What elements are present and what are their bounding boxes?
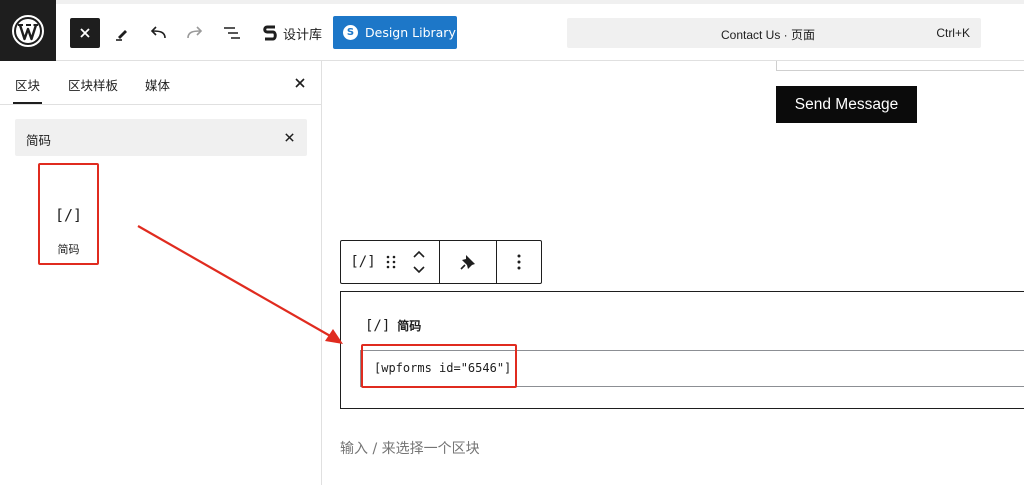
shortcode-block-title: 简码 <box>397 319 422 333</box>
close-icon <box>295 78 305 88</box>
stackable-s-icon <box>263 25 277 41</box>
close-inserter-button[interactable] <box>70 18 100 48</box>
move-up-down-button[interactable] <box>405 241 433 283</box>
tab-media[interactable]: 媒体 <box>145 75 170 94</box>
block-inserter-panel: 区块 区块样板 媒体 简码 [/] 简码 <box>0 61 322 485</box>
block-search-input[interactable]: 简码 <box>15 119 307 156</box>
inserter-tabs: 区块 区块样板 媒体 <box>0 61 321 105</box>
search-query: 简码 <box>26 133 52 148</box>
design-library-link[interactable]: 设计库 <box>262 17 322 49</box>
wordpress-logo-icon[interactable] <box>0 0 56 61</box>
command-palette-bar[interactable]: Contact Us · 页面 Ctrl+K <box>567 18 981 48</box>
redo-button[interactable] <box>183 17 207 49</box>
undo-button[interactable] <box>146 17 170 49</box>
list-view-button[interactable] <box>220 17 244 49</box>
block-result-label: 简码 <box>57 243 80 256</box>
tab-blocks[interactable]: 区块 <box>12 75 43 104</box>
shortcode-highlight-box <box>361 344 517 388</box>
transform-button[interactable] <box>440 241 495 283</box>
more-vertical-icon <box>517 254 521 270</box>
close-icon <box>80 28 90 38</box>
pencil-icon <box>116 30 127 41</box>
block-type-button[interactable]: [/] <box>345 241 381 283</box>
block-options-button[interactable] <box>497 241 541 283</box>
close-panel-button[interactable] <box>290 73 310 93</box>
drag-handle-button[interactable] <box>379 241 403 283</box>
tools-button[interactable] <box>110 17 134 49</box>
block-appender-placeholder[interactable]: 输入 / 来选择一个区块 <box>340 438 480 458</box>
keyboard-shortcut: Ctrl+K <box>936 26 970 40</box>
move-up-down-icon <box>413 250 425 274</box>
close-icon <box>284 132 294 142</box>
editor-header: 设计库 S Design Library Contact Us · 页面 Ctr… <box>0 0 1024 61</box>
pin-icon <box>459 255 475 270</box>
drag-handle-icon <box>386 255 396 269</box>
design-library-link-label: 设计库 <box>283 27 323 43</box>
document-title: Contact Us · 页面 <box>720 28 816 42</box>
block-toolbar: [/] <box>340 240 542 284</box>
shortcode-block-label: [/] 简码 <box>365 317 421 334</box>
shortcode-icon: [/] <box>54 206 83 224</box>
editor-canvas: Send Message [/] [/] 简码 [wpforms id="654… <box>323 61 1024 485</box>
shortcode-block-result[interactable]: [/] 简码 <box>38 163 99 265</box>
stackable-logo-icon: S <box>343 25 358 40</box>
undo-icon <box>150 26 166 39</box>
redo-icon <box>187 26 203 39</box>
list-view-icon <box>224 27 240 39</box>
tab-patterns[interactable]: 区块样板 <box>68 75 118 94</box>
send-message-button[interactable]: Send Message <box>776 86 917 123</box>
shortcode-icon: [/] <box>365 317 391 334</box>
design-library-button[interactable]: S Design Library <box>333 16 457 49</box>
clear-search-button[interactable] <box>279 127 299 147</box>
design-library-button-label: Design Library <box>365 25 456 40</box>
form-field-bottom-edge <box>776 61 1024 71</box>
